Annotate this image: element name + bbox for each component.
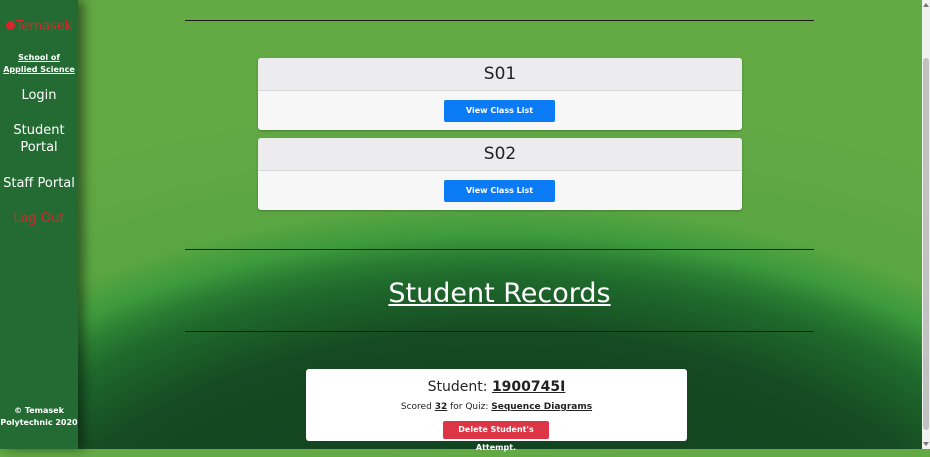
page-title: Student Records (388, 278, 611, 309)
student-label: Student: (427, 379, 488, 395)
class-name: S01 (258, 58, 742, 91)
school-name-link[interactable]: School of Applied Science (0, 52, 78, 76)
sidebar: Temasek School of Applied Science Login … (0, 0, 78, 449)
class-card-s02: S02 View Class List (258, 138, 742, 210)
scored-prefix: Scored (400, 402, 432, 412)
copyright: © Temasek Polytechnic 2020 (0, 405, 78, 429)
score-line: Scored 32 for Quiz: Sequence Diagrams (306, 402, 687, 412)
class-card-s01: S01 View Class List (258, 58, 742, 130)
student-record-card: Student: 1900745I Scored 32 for Quiz: Se… (306, 369, 687, 452)
nav-student-portal[interactable]: Student Portal (0, 122, 78, 156)
temasek-logo[interactable]: Temasek (0, 19, 78, 34)
divider-top (185, 20, 814, 21)
scrollbar-thumb[interactable] (923, 58, 929, 430)
temasek-logo-icon (5, 21, 15, 30)
divider-records-top (185, 249, 814, 250)
scroll-down-arrow-icon[interactable] (923, 442, 929, 446)
divider-records-bottom (185, 331, 814, 332)
nav-student-portal-line1: Student (13, 123, 65, 138)
view-class-list-button[interactable]: View Class List (444, 100, 555, 122)
scroll-up-arrow-icon[interactable] (923, 3, 929, 7)
scrollbar[interactable] (922, 0, 930, 449)
delete-attempt-button[interactable]: Delete Student's Attempt. (443, 421, 549, 452)
nav-logout[interactable]: Log Out (0, 210, 78, 227)
nav-login[interactable]: Login (0, 87, 78, 104)
student-id-link[interactable]: 1900745I (492, 379, 565, 395)
logo-text: Temasek (15, 19, 73, 34)
nav-staff-portal[interactable]: Staff Portal (0, 175, 78, 192)
nav-student-portal-line2: Portal (20, 140, 58, 155)
copyright-line1: © Temasek (14, 406, 64, 415)
quiz-name-link[interactable]: Sequence Diagrams (491, 402, 592, 412)
for-quiz-text: for Quiz: (450, 402, 489, 412)
student-heading: Student: 1900745I (306, 379, 687, 395)
view-class-list-button[interactable]: View Class List (444, 180, 555, 202)
score-value: 32 (434, 402, 448, 412)
class-name: S02 (258, 138, 742, 171)
copyright-line2: Polytechnic 2020 (0, 418, 78, 427)
